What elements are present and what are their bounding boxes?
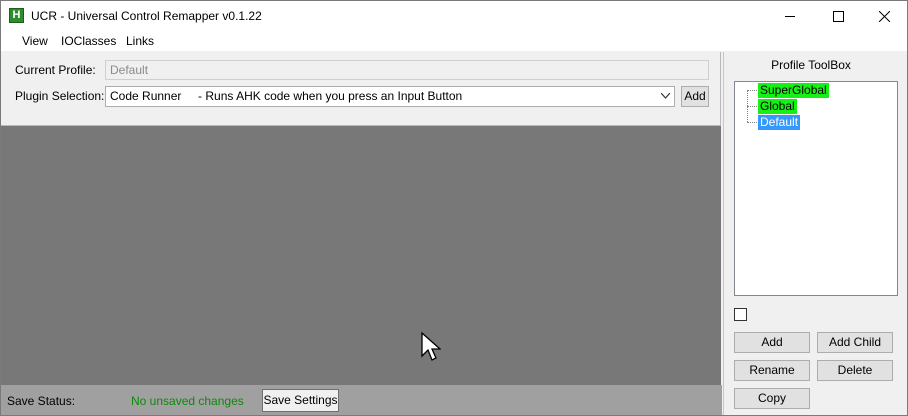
- add-plugin-button[interactable]: Add: [681, 86, 709, 107]
- add-profile-button[interactable]: Add: [734, 332, 810, 353]
- close-icon: [878, 10, 890, 22]
- tree-connector: [747, 90, 757, 91]
- toolbox-checkbox[interactable]: [734, 308, 747, 321]
- rename-profile-button[interactable]: Rename: [734, 360, 810, 381]
- close-button[interactable]: [861, 1, 907, 31]
- copy-profile-button[interactable]: Copy: [734, 388, 810, 409]
- plugin-select[interactable]: Code Runner - Runs AHK code when you pre…: [105, 86, 675, 107]
- tree-node-superglobal[interactable]: SuperGlobal: [758, 83, 829, 98]
- tree-connector: [747, 106, 757, 107]
- profile-header-panel: Current Profile: Default Plugin Selectio…: [1, 52, 721, 126]
- profile-toolbox: Profile ToolBox SuperGlobal Global Defau…: [723, 52, 907, 415]
- delete-profile-button[interactable]: Delete: [817, 360, 893, 381]
- window-title: UCR - Universal Control Remapper v0.1.22: [31, 9, 262, 23]
- title-bar[interactable]: H UCR - Universal Control Remapper v0.1.…: [1, 1, 907, 31]
- plugin-select-value: Code Runner - Runs AHK code when you pre…: [110, 89, 463, 103]
- current-profile-field: Default: [105, 60, 709, 80]
- profile-tree[interactable]: SuperGlobal Global Default: [734, 81, 898, 296]
- minimize-icon: [785, 15, 795, 17]
- maximize-icon: [832, 10, 844, 22]
- mouse-cursor-icon: [421, 332, 441, 361]
- save-status-value: No unsaved changes: [131, 394, 244, 408]
- save-settings-button[interactable]: Save Settings: [262, 389, 339, 412]
- save-status-label: Save Status:: [7, 394, 76, 408]
- chevron-down-icon: [661, 93, 670, 99]
- menu-ioclasses[interactable]: IOClasses: [61, 34, 116, 48]
- menu-view[interactable]: View: [22, 34, 48, 48]
- minimize-button[interactable]: [767, 1, 813, 31]
- tree-node-default[interactable]: Default: [758, 115, 801, 130]
- menu-links[interactable]: Links: [126, 34, 154, 48]
- maximize-button[interactable]: [815, 1, 861, 31]
- plugin-selection-label: Plugin Selection:: [15, 89, 105, 103]
- app-window: H UCR - Universal Control Remapper v0.1.…: [0, 0, 908, 416]
- app-icon: H: [9, 8, 24, 23]
- tree-node-global[interactable]: Global: [758, 99, 797, 114]
- current-profile-label: Current Profile:: [15, 63, 96, 77]
- tree-connector: [747, 122, 757, 123]
- profile-toolbox-title: Profile ToolBox: [771, 58, 851, 72]
- add-child-profile-button[interactable]: Add Child: [817, 332, 893, 353]
- menu-bar: View IOClasses Links: [1, 31, 907, 51]
- status-bar: Save Status: No unsaved changes Save Set…: [1, 385, 722, 415]
- plugin-workspace[interactable]: [1, 126, 721, 385]
